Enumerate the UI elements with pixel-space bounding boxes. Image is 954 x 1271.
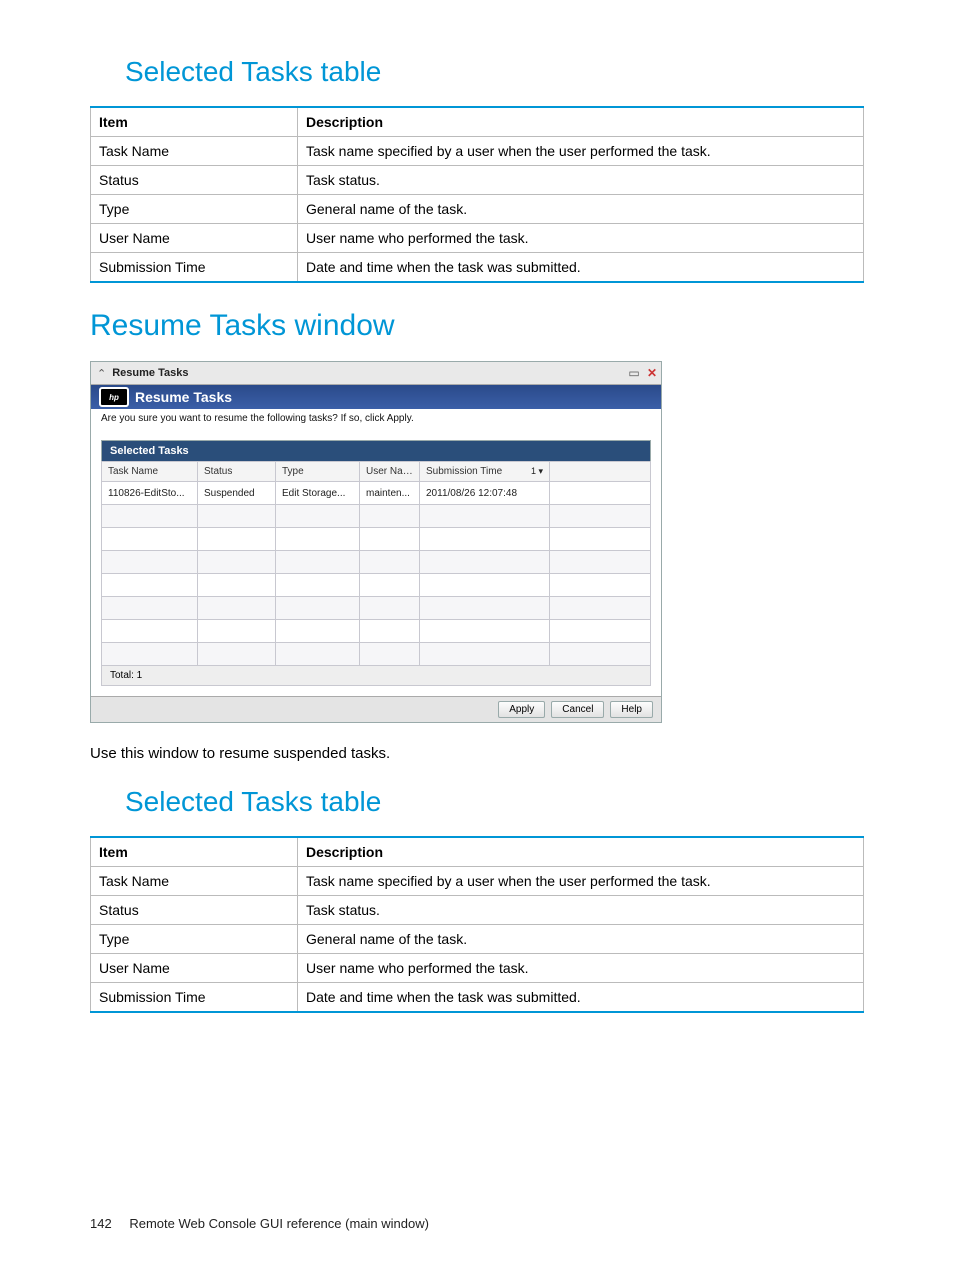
- col-submission-time[interactable]: Submission Time 1 ▾: [420, 462, 550, 482]
- hp-logo-icon: hp: [99, 387, 129, 407]
- th-description: Description: [298, 837, 864, 867]
- table-row: TypeGeneral name of the task.: [91, 925, 864, 954]
- table-row: TypeGeneral name of the task.: [91, 195, 864, 224]
- resume-tasks-window: ⌃ Resume Tasks ▭ ✕ hp Resume Tasks Are y…: [90, 361, 662, 723]
- col-status[interactable]: Status: [198, 462, 276, 482]
- grid-row: .: [102, 620, 651, 643]
- grid-row: .: [102, 528, 651, 551]
- heading-selected-tasks-1: Selected Tasks table: [90, 56, 864, 88]
- table-row: StatusTask status.: [91, 166, 864, 195]
- sort-indicator-icon: 1 ▾: [531, 466, 543, 477]
- th-item: Item: [91, 837, 298, 867]
- window-header-title: Resume Tasks: [135, 389, 232, 405]
- col-task-name[interactable]: Task Name: [102, 462, 198, 482]
- desc-table-1: Item Description Task NameTask name spec…: [90, 106, 864, 283]
- table-row: Submission TimeDate and time when the ta…: [91, 253, 864, 283]
- grid-row: 110826-EditSto... Suspended Edit Storage…: [102, 482, 651, 505]
- body-text-resume: Use this window to resume suspended task…: [90, 745, 864, 762]
- window-header-bar: hp Resume Tasks: [91, 385, 661, 409]
- col-type[interactable]: Type: [276, 462, 360, 482]
- selected-tasks-grid: Task Name Status Type User Name Submissi…: [101, 461, 651, 666]
- maximize-icon[interactable]: ▭: [625, 366, 643, 380]
- window-title: Resume Tasks: [112, 367, 625, 379]
- grid-row: .: [102, 505, 651, 528]
- page-number: 142: [90, 1216, 112, 1231]
- grid-row: .: [102, 597, 651, 620]
- footer-text: Remote Web Console GUI reference (main w…: [129, 1216, 429, 1231]
- window-button-bar: Apply Cancel Help: [91, 696, 661, 722]
- help-button[interactable]: Help: [610, 701, 653, 718]
- collapse-icon[interactable]: ⌃: [91, 367, 112, 380]
- table-row: Task NameTask name specified by a user w…: [91, 867, 864, 896]
- col-user-name[interactable]: User Name: [360, 462, 420, 482]
- grid-row: .: [102, 551, 651, 574]
- cancel-button[interactable]: Cancel: [551, 701, 604, 718]
- th-description: Description: [298, 107, 864, 137]
- window-titlebar: ⌃ Resume Tasks ▭ ✕: [91, 362, 661, 385]
- grid-footer-total: Total: 1: [101, 666, 651, 686]
- heading-resume-tasks: Resume Tasks window: [90, 309, 864, 343]
- window-prompt: Are you sure you want to resume the foll…: [91, 409, 661, 440]
- col-spacer: [550, 462, 651, 482]
- heading-selected-tasks-2: Selected Tasks table: [90, 786, 864, 818]
- page-footer: 142 Remote Web Console GUI reference (ma…: [90, 1216, 429, 1231]
- table-row: Submission TimeDate and time when the ta…: [91, 983, 864, 1013]
- th-item: Item: [91, 107, 298, 137]
- table-row: User NameUser name who performed the tas…: [91, 954, 864, 983]
- panel-header-selected-tasks: Selected Tasks: [101, 440, 651, 461]
- table-row: StatusTask status.: [91, 896, 864, 925]
- desc-table-2: Item Description Task NameTask name spec…: [90, 836, 864, 1013]
- table-row: User NameUser name who performed the tas…: [91, 224, 864, 253]
- close-icon[interactable]: ✕: [643, 366, 661, 380]
- apply-button[interactable]: Apply: [498, 701, 545, 718]
- grid-row: .: [102, 643, 651, 666]
- grid-row: .: [102, 574, 651, 597]
- table-row: Task NameTask name specified by a user w…: [91, 137, 864, 166]
